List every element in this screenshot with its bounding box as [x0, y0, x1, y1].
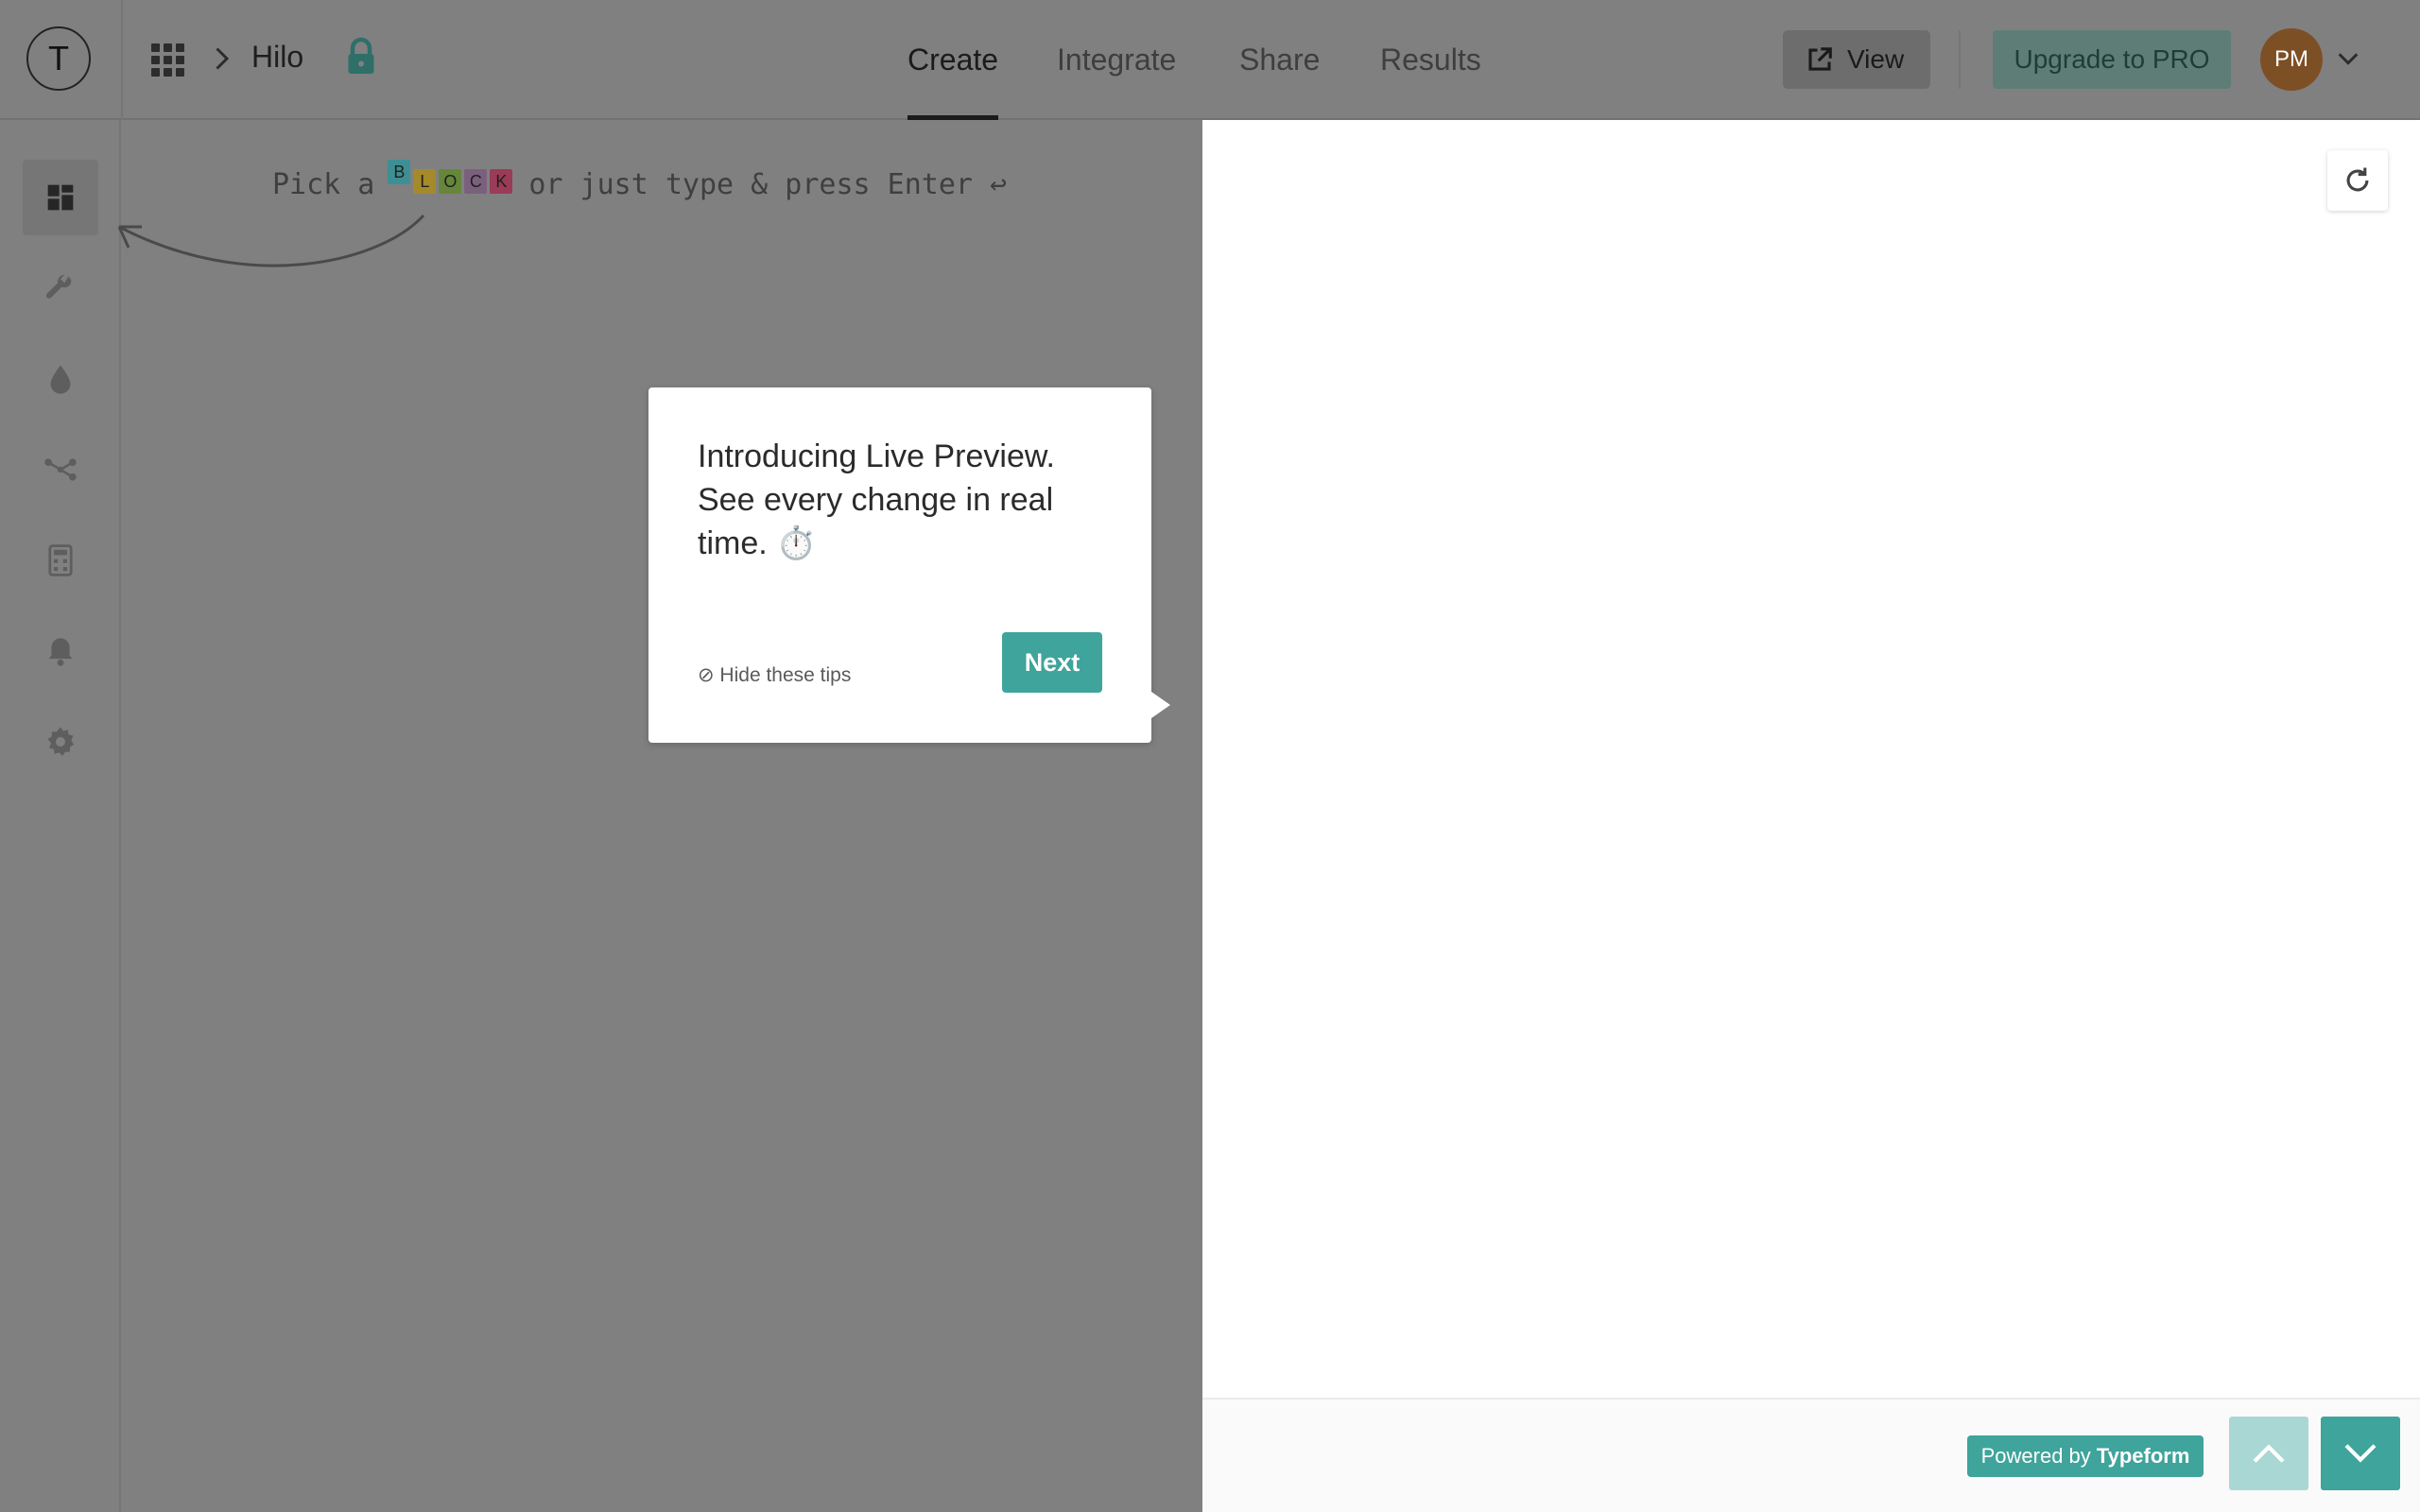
- active-tab-indicator: [908, 115, 998, 120]
- wrench-icon: [45, 274, 72, 299]
- blocks-icon: [47, 184, 74, 211]
- apps-grid-icon[interactable]: [151, 40, 185, 79]
- tab-integrate[interactable]: Integrate: [1057, 0, 1176, 120]
- empty-state-hint: Pick a B L O C K or just type & press En…: [272, 159, 1008, 201]
- sidebar-item-settings[interactable]: [23, 704, 98, 780]
- calculator-icon: [48, 544, 73, 576]
- refresh-button[interactable]: [2327, 150, 2388, 211]
- external-link-icon: [1808, 47, 1832, 71]
- typeform-logo[interactable]: T: [26, 26, 91, 91]
- sidebar-item-calculator[interactable]: [23, 523, 98, 598]
- sidebar-item-notifications[interactable]: [23, 613, 98, 689]
- chevron-right-icon: [216, 47, 230, 70]
- previous-question-button[interactable]: [2229, 1417, 2308, 1490]
- workspace-breadcrumb[interactable]: Hilo: [251, 40, 303, 75]
- upgrade-button[interactable]: Upgrade to PRO: [1993, 30, 2231, 89]
- sidebar-item-blocks[interactable]: [23, 160, 98, 235]
- chevron-down-icon: [2344, 1444, 2377, 1463]
- view-button[interactable]: View: [1783, 30, 1930, 89]
- drop-icon: [50, 365, 71, 394]
- powered-by-badge[interactable]: Powered by Typeform: [1967, 1435, 2204, 1477]
- live-preview-panel: Powered by Typeform: [1202, 120, 2420, 1512]
- tab-results[interactable]: Results: [1380, 0, 1481, 120]
- top-bar: T Hilo Create Integrate Share Results Vi…: [0, 0, 2420, 120]
- chevron-down-icon[interactable]: [2335, 45, 2361, 72]
- hint-suffix: or just type & press Enter ↩: [528, 168, 1008, 201]
- divider: [1959, 30, 1961, 89]
- block-letter: K: [490, 168, 513, 194]
- powered-by-prefix: Powered by: [1980, 1444, 2091, 1468]
- curved-arrow-icon: [117, 214, 425, 267]
- hint-prefix: Pick a: [272, 168, 375, 201]
- sidebar-item-logic[interactable]: [23, 432, 98, 507]
- hide-tips-link[interactable]: ⊘ Hide these tips: [698, 663, 851, 687]
- view-button-label: View: [1847, 44, 1905, 74]
- block-letter: B: [388, 159, 411, 184]
- block-letter: O: [439, 168, 462, 194]
- gear-icon: [47, 727, 75, 756]
- refresh-icon: [2346, 167, 2369, 192]
- divider: [121, 0, 123, 120]
- tab-share[interactable]: Share: [1239, 0, 1320, 120]
- next-button[interactable]: Next: [1002, 632, 1102, 693]
- lock-icon[interactable]: [344, 36, 378, 77]
- sidebar-item-design[interactable]: [23, 341, 98, 417]
- block-letter: L: [413, 168, 437, 194]
- block-letter: C: [464, 168, 488, 194]
- next-question-button[interactable]: [2321, 1417, 2400, 1490]
- tooltip-title: Introducing Live Preview. See every chan…: [698, 438, 1055, 561]
- preview-footer: Powered by Typeform: [1202, 1398, 2420, 1512]
- logic-icon: [44, 458, 77, 481]
- tab-create[interactable]: Create: [908, 0, 998, 120]
- powered-by-brand: Typeform: [2096, 1444, 2190, 1468]
- bell-icon: [48, 638, 73, 666]
- avatar[interactable]: PM: [2260, 28, 2323, 91]
- sidebar: [0, 120, 121, 1512]
- live-preview-tooltip: Introducing Live Preview. See every chan…: [648, 387, 1151, 743]
- sidebar-item-settings-tools[interactable]: [23, 250, 98, 326]
- chevron-up-icon: [2253, 1444, 2285, 1463]
- block-letters: B L O C K: [388, 159, 515, 194]
- tooltip-pointer: [1151, 692, 1170, 718]
